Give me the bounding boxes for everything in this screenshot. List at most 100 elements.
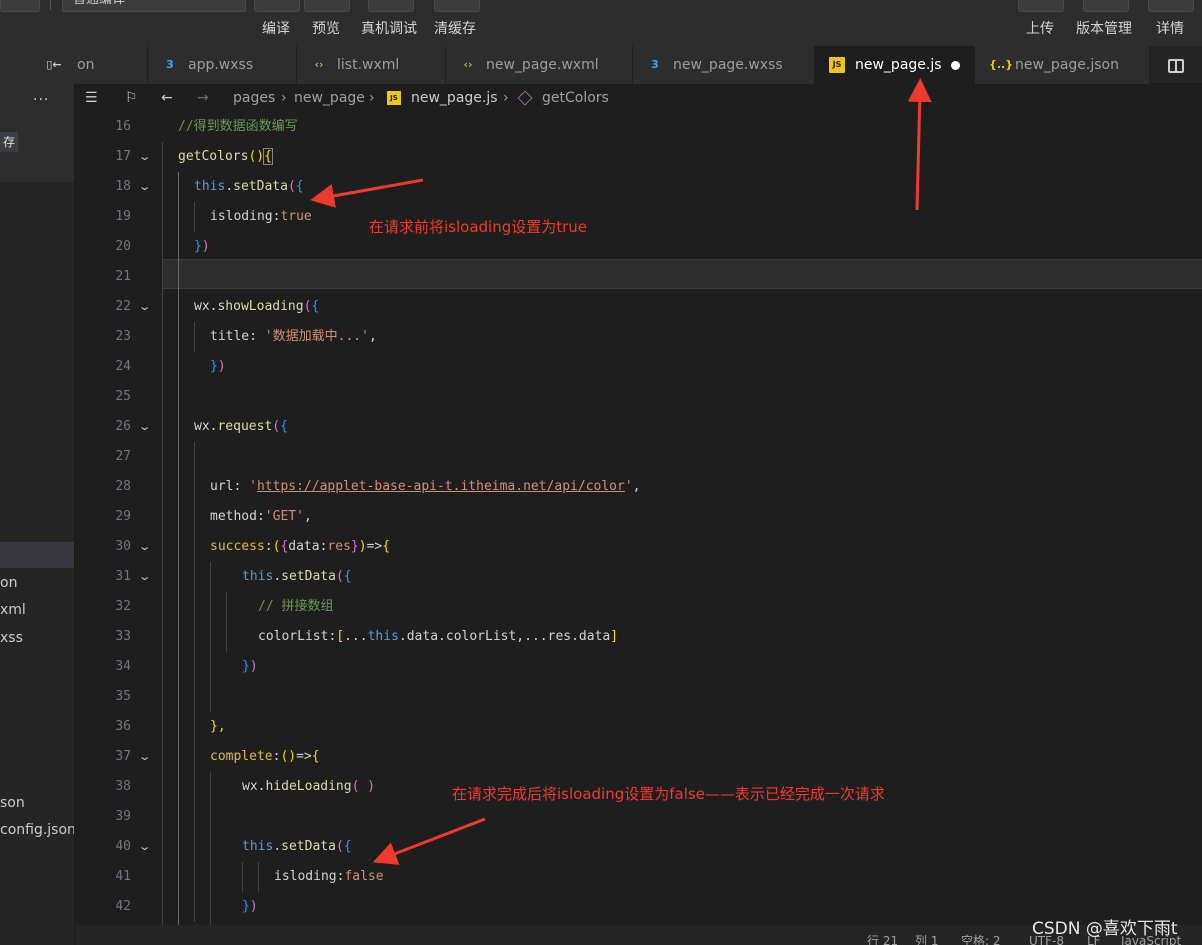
clear-cache-button[interactable]: 清缓存	[434, 18, 476, 38]
back-arrow-icon[interactable]: ←	[161, 84, 173, 112]
status-indent[interactable]: 空格: 2	[961, 931, 1001, 945]
split-editor-icon[interactable]	[1168, 59, 1184, 73]
code-line: })	[194, 239, 210, 254]
code-line: wx.hideLoading( )	[242, 779, 376, 794]
chevron-right-icon: ›	[281, 90, 287, 106]
status-column[interactable]: 列 1	[915, 931, 938, 945]
preview-icon[interactable]	[304, 0, 350, 12]
ide-window: 普通编译 编译 预览 真机调试 清缓存 上传 版本管理 详情 ▯← on 3 a…	[0, 0, 1202, 945]
sidebar-file[interactable]: xss	[0, 630, 23, 646]
clear-cache-icon[interactable]	[434, 0, 480, 12]
code-value: true	[280, 209, 312, 224]
wxml-icon: ‹›	[463, 58, 473, 71]
bookmark-icon[interactable]: ⚐	[125, 84, 138, 112]
method-cube-icon	[517, 90, 533, 106]
code-line: },	[210, 712, 226, 742]
unsaved-dot-icon[interactable]	[951, 61, 960, 70]
back-button[interactable]	[0, 0, 40, 12]
tab-app-wxss[interactable]: 3 app.wxss	[148, 46, 297, 84]
breadcrumb-item[interactable]: pages	[233, 84, 275, 112]
sidebar-file[interactable]: son	[0, 795, 25, 811]
remote-debug-button[interactable]: 真机调试	[361, 18, 417, 38]
code-param: res	[327, 539, 351, 554]
line-number: 22	[115, 299, 131, 314]
line-number: 24	[115, 359, 131, 374]
json-icon: {..}	[989, 58, 1014, 71]
code-object: wx	[194, 299, 210, 314]
code-property: complete	[210, 749, 273, 764]
code-property: isloding	[274, 869, 337, 884]
tab-label: new_page.json	[1015, 57, 1119, 73]
code-function: setData	[281, 569, 336, 584]
code-keyword: this	[194, 179, 226, 194]
line-number: 36	[115, 719, 131, 734]
tab-new-page-json[interactable]: {..} new_page.json	[975, 46, 1150, 84]
line-number: 42	[115, 899, 131, 914]
tab-json-partial[interactable]: ▯← on	[0, 46, 148, 84]
code-url-link[interactable]: https://applet-base-api-t.itheima.net/ap…	[257, 479, 625, 494]
code-line: isloding:true	[210, 209, 312, 224]
toolbar-divider	[50, 0, 51, 10]
sidebar-file[interactable]: on	[0, 575, 17, 591]
fold-chevron-icon[interactable]: ⌄	[138, 420, 152, 433]
tab-label: app.wxss	[188, 57, 254, 73]
code-line: //得到数据函数编写	[178, 112, 298, 142]
line-number: 41	[115, 869, 131, 884]
save-chip[interactable]: 存	[0, 132, 18, 152]
annotation-note: 在请求完成后将isloading设置为false——表示已经完成一次请求	[452, 785, 885, 803]
sidebar-selected-row[interactable]	[0, 542, 74, 568]
upload-button[interactable]: 上传	[1026, 18, 1054, 38]
remote-debug-icon[interactable]	[368, 0, 414, 12]
fold-chevron-icon[interactable]: ⌄	[138, 540, 152, 553]
fold-chevron-icon[interactable]: ⌄	[138, 750, 152, 763]
code-line: complete:()=>{	[210, 749, 320, 764]
tab-new-page-wxss[interactable]: 3 new_page.wxss	[633, 46, 815, 84]
fold-chevron-icon[interactable]: ⌄	[138, 150, 152, 163]
fold-chevron-icon[interactable]: ⌄	[138, 840, 152, 853]
code-property: title	[210, 329, 250, 344]
breadcrumb-item[interactable]: getColors	[542, 84, 609, 112]
fold-chevron-icon[interactable]: ⌄	[138, 300, 152, 313]
tab-label: new_page.js	[855, 57, 942, 73]
line-number: 25	[115, 389, 131, 404]
details-icon[interactable]	[1148, 0, 1194, 12]
line-number: 23	[115, 329, 131, 344]
tab-label: new_page.wxml	[486, 57, 599, 73]
list-icon[interactable]: ☰	[85, 84, 98, 112]
status-line[interactable]: 行 21	[867, 931, 898, 945]
forward-arrow-icon[interactable]: →	[197, 84, 209, 112]
line-number: 32	[115, 599, 131, 614]
sidebar-file[interactable]: config.json	[0, 822, 74, 838]
tab-new-page-js[interactable]: JS new_page.js	[815, 46, 975, 84]
code-spread: ...	[344, 629, 368, 644]
code-function: setData	[281, 839, 336, 854]
breadcrumb-item[interactable]: new_page	[294, 84, 365, 112]
code-keyword: this	[242, 569, 274, 584]
fold-chevron-icon[interactable]: ⌄	[138, 180, 152, 193]
editor-tab-bar: ▯← on 3 app.wxss ‹› list.wxml ‹› new_pag…	[0, 46, 1202, 84]
tab-list-wxml[interactable]: ‹› list.wxml	[297, 46, 446, 84]
compile-mode-select[interactable]: 普通编译	[62, 0, 246, 12]
version-manage-button[interactable]: 版本管理	[1076, 18, 1132, 38]
breadcrumb: ☰ ⚐ ← → pages › new_page › JS new_page.j…	[75, 84, 1202, 112]
code-line: this.setData({	[242, 839, 352, 854]
js-icon: JS	[387, 91, 401, 105]
code-punctuation: },	[210, 719, 226, 734]
details-button[interactable]: 详情	[1156, 18, 1184, 38]
upload-icon[interactable]	[1018, 0, 1064, 12]
fold-chevron-icon[interactable]: ⌄	[138, 570, 152, 583]
code-line: wx.request({	[194, 419, 288, 434]
breadcrumb-item[interactable]: new_page.js	[411, 84, 498, 112]
sidebar-file[interactable]: xml	[0, 602, 26, 618]
code-string: '数据加载中...'	[264, 329, 369, 344]
version-icon[interactable]	[1083, 0, 1129, 12]
more-icon[interactable]: ···	[33, 92, 49, 108]
compile-button[interactable]: 编译	[262, 18, 290, 38]
line-number: 33	[115, 629, 131, 644]
line-number: 21	[115, 269, 131, 284]
preview-button[interactable]: 预览	[312, 18, 340, 38]
compile-icon[interactable]	[254, 0, 300, 12]
watermark: CSDN @喜欢下雨t	[1032, 919, 1178, 939]
code-function: request	[217, 419, 273, 434]
tab-new-page-wxml[interactable]: ‹› new_page.wxml	[446, 46, 633, 84]
